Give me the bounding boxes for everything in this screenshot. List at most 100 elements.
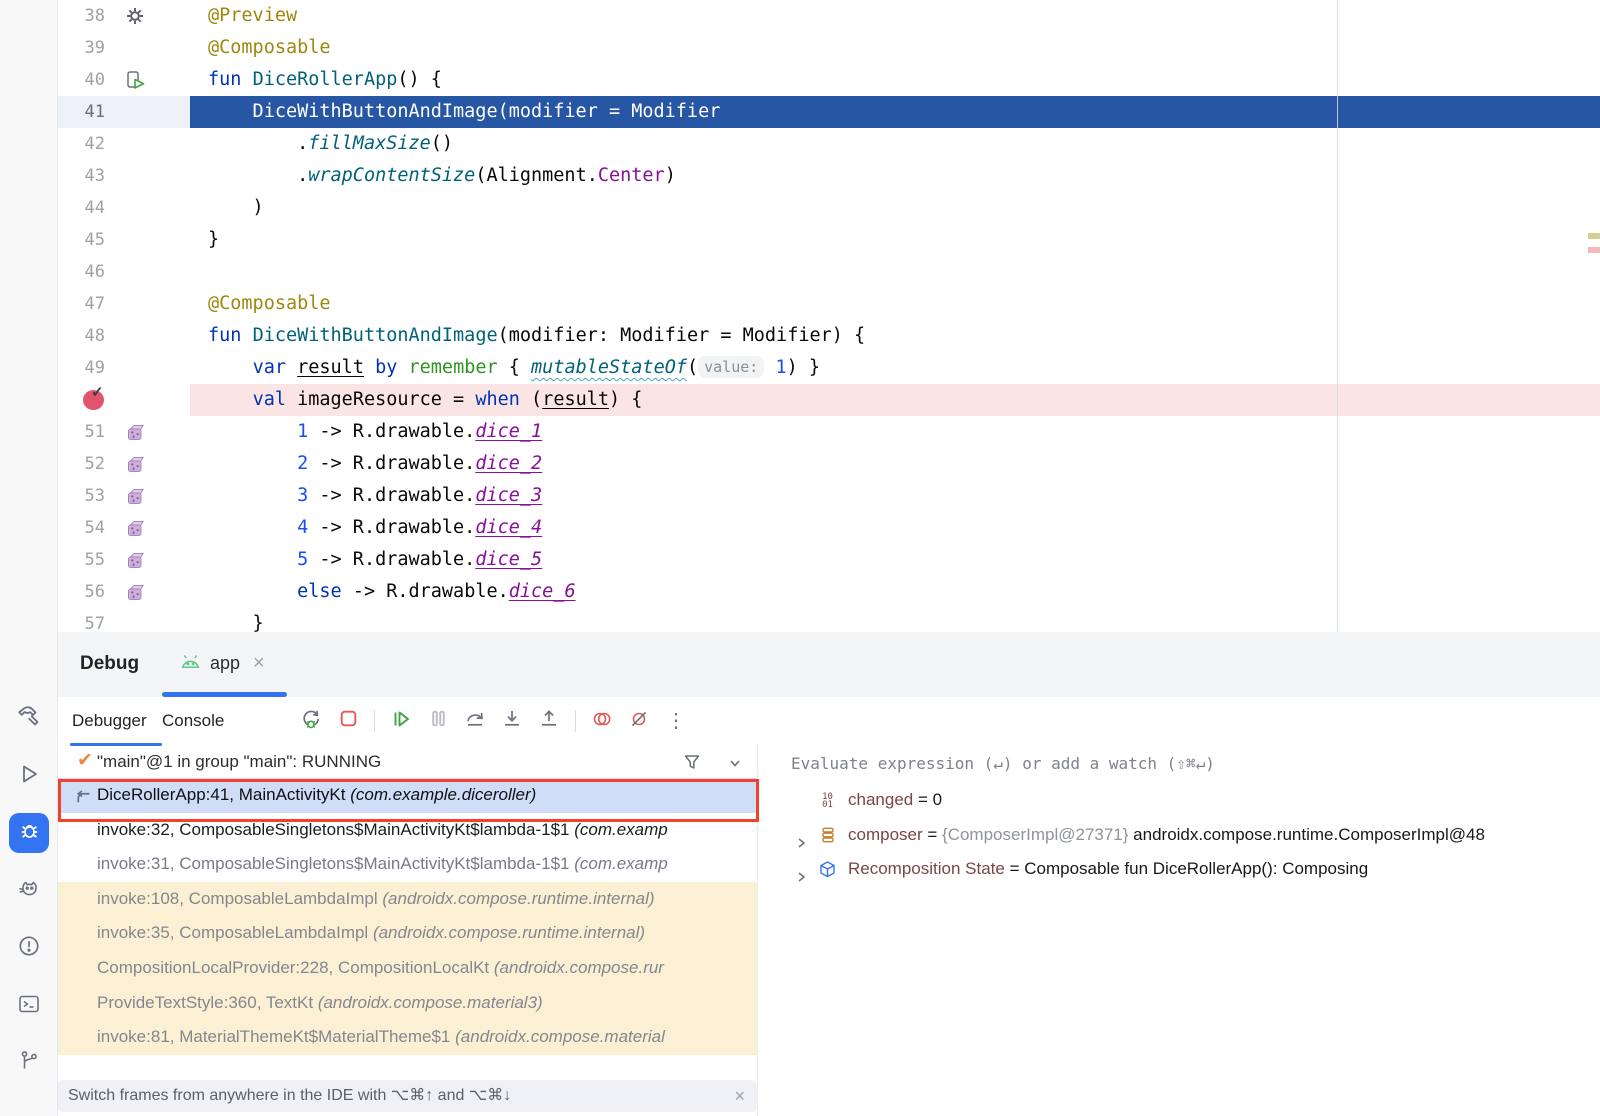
variable-row[interactable]: 1001changed = 0: [758, 783, 1600, 818]
mute-breakpoints-button[interactable]: [591, 710, 613, 732]
code-text[interactable]: .wrapContentSize(Alignment.Center): [190, 160, 1600, 192]
session-tab-app[interactable]: app ×: [162, 632, 283, 695]
gutter[interactable]: 54: [57, 512, 190, 544]
code-text[interactable]: @Composable: [190, 288, 1600, 320]
variable-row[interactable]: Recomposition State = Composable fun Dic…: [758, 852, 1600, 887]
code-text[interactable]: .fillMaxSize(): [190, 128, 1600, 160]
line-number[interactable]: 43: [57, 160, 105, 192]
line-number[interactable]: 45: [57, 224, 105, 256]
code-text[interactable]: fun DiceRollerApp() {: [190, 64, 1600, 96]
dice-icon[interactable]: [123, 516, 147, 540]
gutter[interactable]: ✓: [57, 384, 190, 416]
line-number[interactable]: 44: [57, 192, 105, 224]
gutter[interactable]: 51: [57, 416, 190, 448]
tool-stripe-run[interactable]: [9, 756, 49, 796]
tool-stripe-build[interactable]: [9, 699, 49, 739]
code-editor[interactable]: 38 @Preview 39 @Composable 40 fun DiceRollerA…: [57, 0, 1600, 633]
code-text[interactable]: else -> R.drawable.dice_6: [190, 576, 1600, 608]
frame-row[interactable]: invoke:31, ComposableSingletons$MainActi…: [57, 847, 757, 882]
line-number[interactable]: 51: [57, 416, 105, 448]
gutter[interactable]: 53: [57, 480, 190, 512]
gutter[interactable]: 52: [57, 448, 190, 480]
pause-button[interactable]: [427, 710, 449, 732]
chevron-down-icon[interactable]: [727, 755, 743, 776]
dice-icon[interactable]: [123, 548, 147, 572]
code-text[interactable]: var result by remember { mutableStateOf(…: [190, 352, 1600, 384]
line-number[interactable]: 52: [57, 448, 105, 480]
gutter[interactable]: 48: [57, 320, 190, 352]
gear-icon[interactable]: [123, 4, 147, 28]
view-breakpoints-button[interactable]: [628, 710, 650, 732]
thread-selector[interactable]: ✔ "main"@1 in group "main": RUNNING: [57, 746, 757, 778]
line-number[interactable]: 49: [57, 352, 105, 384]
line-number[interactable]: 40: [57, 64, 105, 96]
code-text[interactable]: fun DiceWithButtonAndImage(modifier: Mod…: [190, 320, 1600, 352]
line-number[interactable]: 57: [57, 608, 105, 633]
code-text[interactable]: [190, 256, 1600, 288]
rerun-button[interactable]: [300, 710, 322, 732]
more-button[interactable]: ⋮: [665, 710, 687, 732]
chevron-right-icon[interactable]: [794, 862, 808, 887]
frame-row[interactable]: CompositionLocalProvider:228, Compositio…: [57, 951, 757, 986]
evaluate-expression-input[interactable]: Evaluate expression (↵) or add a watch (…: [758, 746, 1600, 783]
dice-icon[interactable]: [123, 452, 147, 476]
dice-icon[interactable]: [123, 580, 147, 604]
line-number[interactable]: 41: [57, 96, 105, 128]
line-number[interactable]: 55: [57, 544, 105, 576]
line-number[interactable]: 42: [57, 128, 105, 160]
close-icon[interactable]: ×: [253, 652, 265, 675]
filter-icon[interactable]: [682, 752, 702, 777]
line-number[interactable]: 38: [57, 0, 105, 32]
code-text[interactable]: @Preview: [190, 0, 1600, 32]
resume-button[interactable]: [390, 710, 412, 732]
line-number[interactable]: 56: [57, 576, 105, 608]
tool-stripe-problems[interactable]: [9, 928, 49, 968]
gutter[interactable]: 45: [57, 224, 190, 256]
tool-stripe-version-control[interactable]: [9, 1043, 49, 1083]
code-text[interactable]: 1 -> R.drawable.dice_1: [190, 416, 1600, 448]
preview-run-icon[interactable]: [123, 68, 147, 92]
frame-row[interactable]: invoke:108, ComposableLambdaImpl (androi…: [57, 882, 757, 917]
frame-row[interactable]: invoke:32, ComposableSingletons$MainActi…: [57, 813, 757, 848]
tab-debugger[interactable]: Debugger: [67, 697, 152, 745]
line-number[interactable]: 53: [57, 480, 105, 512]
frame-row[interactable]: invoke:35, ComposableLambdaImpl (android…: [57, 916, 757, 951]
tool-stripe-terminal[interactable]: [9, 986, 49, 1026]
gutter[interactable]: 46: [57, 256, 190, 288]
step-out-button[interactable]: [538, 710, 560, 732]
gutter[interactable]: 41: [57, 96, 190, 128]
line-number[interactable]: 54: [57, 512, 105, 544]
code-text[interactable]: val imageResource = when (result) {: [190, 384, 1600, 416]
frame-row[interactable]: invoke:81, MaterialThemeKt$MaterialTheme…: [57, 1020, 757, 1055]
line-number[interactable]: 47: [57, 288, 105, 320]
chevron-right-icon[interactable]: [794, 828, 808, 853]
gutter[interactable]: 57: [57, 608, 190, 633]
code-text[interactable]: DiceWithButtonAndImage(modifier = Modifi…: [190, 96, 1600, 128]
step-over-button[interactable]: [464, 710, 486, 732]
gutter[interactable]: 47: [57, 288, 190, 320]
code-text[interactable]: 5 -> R.drawable.dice_5: [190, 544, 1600, 576]
dice-icon[interactable]: [123, 420, 147, 444]
gutter[interactable]: 49: [57, 352, 190, 384]
gutter[interactable]: 39: [57, 32, 190, 64]
stop-button[interactable]: [337, 710, 359, 732]
close-icon[interactable]: ×: [734, 1080, 745, 1112]
tab-console[interactable]: Console: [157, 697, 229, 745]
code-text[interactable]: ): [190, 192, 1600, 224]
code-text[interactable]: }: [190, 608, 1600, 633]
line-number[interactable]: 39: [57, 32, 105, 64]
line-number[interactable]: 46: [57, 256, 105, 288]
variable-row[interactable]: composer = {ComposerImpl@27371} androidx…: [758, 818, 1600, 853]
gutter[interactable]: 56: [57, 576, 190, 608]
gutter[interactable]: 42: [57, 128, 190, 160]
code-text[interactable]: 2 -> R.drawable.dice_2: [190, 448, 1600, 480]
code-text[interactable]: 4 -> R.drawable.dice_4: [190, 512, 1600, 544]
gutter[interactable]: 43: [57, 160, 190, 192]
frame-row[interactable]: ProvideTextStyle:360, TextKt (androidx.c…: [57, 986, 757, 1021]
tool-stripe-logcat[interactable]: [9, 871, 49, 911]
code-text[interactable]: 3 -> R.drawable.dice_3: [190, 480, 1600, 512]
dice-icon[interactable]: [123, 484, 147, 508]
gutter[interactable]: 38: [57, 0, 190, 32]
code-text[interactable]: }: [190, 224, 1600, 256]
gutter[interactable]: 40: [57, 64, 190, 96]
